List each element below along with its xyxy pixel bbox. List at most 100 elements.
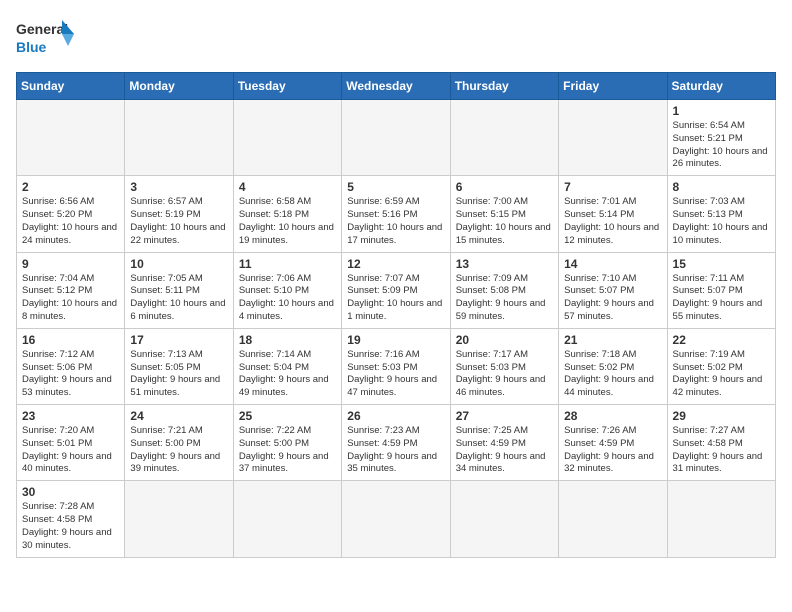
day-info: Sunrise: 7:16 AM Sunset: 5:03 PM Dayligh… xyxy=(347,349,444,400)
day-info: Sunrise: 7:22 AM Sunset: 5:00 PM Dayligh… xyxy=(239,425,336,476)
calendar-week-row: 1 Sunrise: 6:54 AM Sunset: 5:21 PM Daylig… xyxy=(17,100,776,176)
calendar-cell: 11 Sunrise: 7:06 AM Sunset: 5:10 PM Dayli… xyxy=(233,252,341,328)
calendar-cell: 23Sunrise: 7:20 AM Sunset: 5:01 PM Dayli… xyxy=(17,405,125,481)
day-info: Sunrise: 6:56 AM Sunset: 5:20 PM Dayligh… xyxy=(22,196,119,247)
svg-text:Blue: Blue xyxy=(16,39,47,55)
day-info: Sunrise: 7:26 AM Sunset: 4:59 PM Dayligh… xyxy=(564,425,661,476)
calendar-cell: 18 Sunrise: 7:14 AM Sunset: 5:04 PM Dayli… xyxy=(233,328,341,404)
calendar-cell: 29Sunrise: 7:27 AM Sunset: 4:58 PM Dayli… xyxy=(667,405,775,481)
day-number: 21 xyxy=(564,333,661,347)
day-number: 19 xyxy=(347,333,444,347)
column-header-tuesday: Tuesday xyxy=(233,73,341,100)
calendar-cell: 19 Sunrise: 7:16 AM Sunset: 5:03 PM Dayli… xyxy=(342,328,450,404)
day-number: 22 xyxy=(673,333,770,347)
day-number: 9 xyxy=(22,257,119,271)
day-number: 15 xyxy=(673,257,770,271)
calendar-cell: 21 Sunrise: 7:18 AM Sunset: 5:02 PM Dayli… xyxy=(559,328,667,404)
day-number: 20 xyxy=(456,333,553,347)
calendar-cell xyxy=(450,481,558,557)
day-number: 16 xyxy=(22,333,119,347)
calendar-cell: 22 Sunrise: 7:19 AM Sunset: 5:02 PM Dayli… xyxy=(667,328,775,404)
day-info: Sunrise: 7:04 AM Sunset: 5:12 PM Dayligh… xyxy=(22,273,119,324)
calendar-cell xyxy=(17,100,125,176)
day-number: 28 xyxy=(564,409,661,423)
day-info: Sunrise: 7:14 AM Sunset: 5:04 PM Dayligh… xyxy=(239,349,336,400)
day-info: Sunrise: 7:28 AM Sunset: 4:58 PM Dayligh… xyxy=(22,501,119,552)
day-info: Sunrise: 7:19 AM Sunset: 5:02 PM Dayligh… xyxy=(673,349,770,400)
calendar-cell: 30 Sunrise: 7:28 AM Sunset: 4:58 PM Dayli… xyxy=(17,481,125,557)
calendar-cell: 2 Sunrise: 6:56 AM Sunset: 5:20 PM Daylig… xyxy=(17,176,125,252)
calendar-cell xyxy=(559,481,667,557)
calendar-week-row: 9 Sunrise: 7:04 AM Sunset: 5:12 PM Daylig… xyxy=(17,252,776,328)
calendar-cell xyxy=(233,481,341,557)
day-info: Sunrise: 6:54 AM Sunset: 5:21 PM Dayligh… xyxy=(673,120,770,171)
calendar-table: SundayMondayTuesdayWednesdayThursdayFrid… xyxy=(16,72,776,558)
calendar-cell: 15Sunrise: 7:11 AM Sunset: 5:07 PM Dayli… xyxy=(667,252,775,328)
calendar-cell: 17Sunrise: 7:13 AM Sunset: 5:05 PM Dayli… xyxy=(125,328,233,404)
day-info: Sunrise: 7:03 AM Sunset: 5:13 PM Dayligh… xyxy=(673,196,770,247)
day-number: 5 xyxy=(347,180,444,194)
calendar-cell: 16 Sunrise: 7:12 AM Sunset: 5:06 PM Dayli… xyxy=(17,328,125,404)
day-info: Sunrise: 7:07 AM Sunset: 5:09 PM Dayligh… xyxy=(347,273,444,324)
calendar-cell: 8 Sunrise: 7:03 AM Sunset: 5:13 PM Daylig… xyxy=(667,176,775,252)
calendar-header-row: SundayMondayTuesdayWednesdayThursdayFrid… xyxy=(17,73,776,100)
day-info: Sunrise: 7:00 AM Sunset: 5:15 PM Dayligh… xyxy=(456,196,553,247)
logo-icon: General Blue xyxy=(16,16,76,60)
day-number: 12 xyxy=(347,257,444,271)
column-header-thursday: Thursday xyxy=(450,73,558,100)
column-header-saturday: Saturday xyxy=(667,73,775,100)
calendar-cell: 7Sunrise: 7:01 AM Sunset: 5:14 PM Daylig… xyxy=(559,176,667,252)
day-number: 6 xyxy=(456,180,553,194)
day-info: Sunrise: 6:58 AM Sunset: 5:18 PM Dayligh… xyxy=(239,196,336,247)
calendar-cell xyxy=(342,100,450,176)
day-number: 18 xyxy=(239,333,336,347)
day-info: Sunrise: 7:25 AM Sunset: 4:59 PM Dayligh… xyxy=(456,425,553,476)
calendar-cell: 5Sunrise: 6:59 AM Sunset: 5:16 PM Daylig… xyxy=(342,176,450,252)
day-number: 24 xyxy=(130,409,227,423)
calendar-week-row: 23Sunrise: 7:20 AM Sunset: 5:01 PM Dayli… xyxy=(17,405,776,481)
day-number: 1 xyxy=(673,104,770,118)
calendar-cell: 3 Sunrise: 6:57 AM Sunset: 5:19 PM Daylig… xyxy=(125,176,233,252)
calendar-cell: 10Sunrise: 7:05 AM Sunset: 5:11 PM Dayli… xyxy=(125,252,233,328)
calendar-cell: 20 Sunrise: 7:17 AM Sunset: 5:03 PM Dayli… xyxy=(450,328,558,404)
calendar-cell: 12 Sunrise: 7:07 AM Sunset: 5:09 PM Dayli… xyxy=(342,252,450,328)
day-info: Sunrise: 7:06 AM Sunset: 5:10 PM Dayligh… xyxy=(239,273,336,324)
calendar-cell xyxy=(342,481,450,557)
calendar-cell: 26 Sunrise: 7:23 AM Sunset: 4:59 PM Dayli… xyxy=(342,405,450,481)
calendar-cell: 13 Sunrise: 7:09 AM Sunset: 5:08 PM Dayli… xyxy=(450,252,558,328)
calendar-week-row: 30 Sunrise: 7:28 AM Sunset: 4:58 PM Dayli… xyxy=(17,481,776,557)
day-number: 26 xyxy=(347,409,444,423)
day-number: 25 xyxy=(239,409,336,423)
calendar-week-row: 2 Sunrise: 6:56 AM Sunset: 5:20 PM Daylig… xyxy=(17,176,776,252)
calendar-cell: 27Sunrise: 7:25 AM Sunset: 4:59 PM Dayli… xyxy=(450,405,558,481)
day-number: 8 xyxy=(673,180,770,194)
calendar-cell: 24Sunrise: 7:21 AM Sunset: 5:00 PM Dayli… xyxy=(125,405,233,481)
day-number: 3 xyxy=(130,180,227,194)
day-info: Sunrise: 7:17 AM Sunset: 5:03 PM Dayligh… xyxy=(456,349,553,400)
day-number: 2 xyxy=(22,180,119,194)
column-header-wednesday: Wednesday xyxy=(342,73,450,100)
calendar-cell: 6 Sunrise: 7:00 AM Sunset: 5:15 PM Daylig… xyxy=(450,176,558,252)
calendar-cell: 14Sunrise: 7:10 AM Sunset: 5:07 PM Dayli… xyxy=(559,252,667,328)
calendar-cell xyxy=(125,100,233,176)
calendar-cell: 9 Sunrise: 7:04 AM Sunset: 5:12 PM Daylig… xyxy=(17,252,125,328)
day-info: Sunrise: 7:12 AM Sunset: 5:06 PM Dayligh… xyxy=(22,349,119,400)
calendar-cell xyxy=(559,100,667,176)
calendar-cell: 4Sunrise: 6:58 AM Sunset: 5:18 PM Daylig… xyxy=(233,176,341,252)
day-info: Sunrise: 6:57 AM Sunset: 5:19 PM Dayligh… xyxy=(130,196,227,247)
day-info: Sunrise: 7:18 AM Sunset: 5:02 PM Dayligh… xyxy=(564,349,661,400)
day-number: 13 xyxy=(456,257,553,271)
day-info: Sunrise: 7:09 AM Sunset: 5:08 PM Dayligh… xyxy=(456,273,553,324)
day-number: 10 xyxy=(130,257,227,271)
calendar-cell xyxy=(233,100,341,176)
calendar-week-row: 16 Sunrise: 7:12 AM Sunset: 5:06 PM Dayli… xyxy=(17,328,776,404)
svg-text:General: General xyxy=(16,21,68,37)
day-number: 29 xyxy=(673,409,770,423)
day-info: Sunrise: 7:20 AM Sunset: 5:01 PM Dayligh… xyxy=(22,425,119,476)
day-number: 14 xyxy=(564,257,661,271)
day-info: Sunrise: 7:23 AM Sunset: 4:59 PM Dayligh… xyxy=(347,425,444,476)
day-number: 30 xyxy=(22,485,119,499)
calendar-cell: 1 Sunrise: 6:54 AM Sunset: 5:21 PM Daylig… xyxy=(667,100,775,176)
page-header: General Blue xyxy=(16,16,776,60)
day-number: 11 xyxy=(239,257,336,271)
